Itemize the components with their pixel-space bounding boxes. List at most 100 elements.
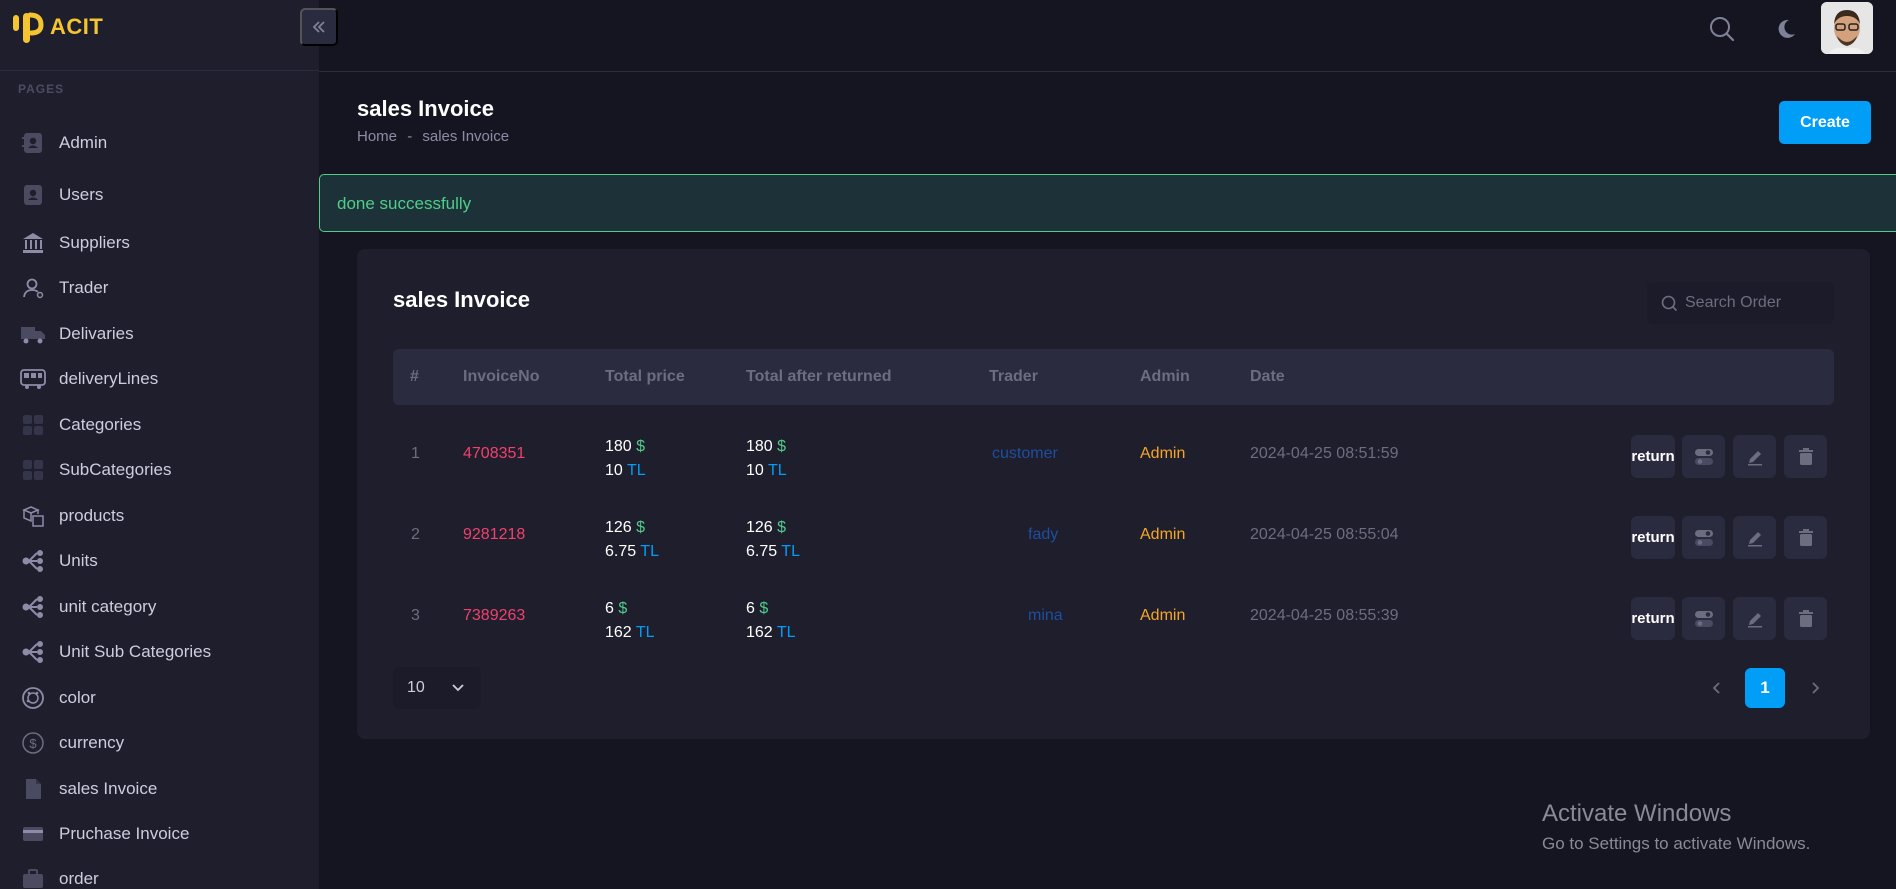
sidebar: ACIT PAGES Admin Users Suppliers Trader [0,0,319,889]
trash-icon [1798,447,1813,465]
contact-book-icon [20,130,46,156]
delete-button[interactable] [1784,435,1827,478]
truck-icon [20,321,46,347]
table-header: # InvoiceNo Total price Total after retu… [393,349,1834,405]
page-size-select[interactable]: 10 [393,667,481,709]
pencil-icon [1747,450,1762,465]
price-tl: 10 [605,462,623,479]
grid-icon [20,412,46,438]
trash-icon [1798,528,1813,546]
page-title: sales Invoice [357,96,494,121]
sidebar-item-currency[interactable]: $ currency [20,728,310,758]
trader-link[interactable]: fady [1028,526,1058,544]
hierarchy-icon [20,639,46,665]
moon-icon[interactable] [1771,14,1801,44]
trader-link[interactable]: customer [992,445,1058,463]
column-header-invoiceno[interactable]: InvoiceNo [463,368,539,386]
column-header-total-after-returned[interactable]: Total after returned [746,368,892,386]
sidebar-item-deliverylines[interactable]: deliveryLines [20,364,310,394]
sidebar-item-label: order [59,869,99,888]
sidebar-item-label: Pruchase Invoice [59,824,190,843]
acit-logo-icon [13,12,44,43]
currency-tl: TL [781,543,800,560]
sidebar-item-trader[interactable]: Trader [20,273,310,303]
sidebar-item-label: unit category [59,597,157,616]
sidebar-item-pruchase-invoice[interactable]: Pruchase Invoice [20,819,310,849]
table-row: 3 7389263 6 $ 162 TL 6 $ 162 TL mina Adm… [393,585,1834,645]
column-header-number[interactable]: # [410,368,419,386]
delete-button[interactable] [1784,597,1827,640]
currency-tl: TL [626,462,646,479]
edit-button[interactable] [1733,597,1776,640]
toggle-status-button[interactable] [1682,516,1725,559]
price-usd: 126 [605,519,632,536]
logo-text: ACIT [50,14,104,39]
trader-link[interactable]: mina [1028,607,1063,625]
breadcrumb-home[interactable]: Home [357,128,397,145]
palette-icon [20,685,46,711]
toggle-status-button[interactable] [1682,597,1725,640]
return-button[interactable]: return [1631,516,1675,559]
sidebar-item-admin[interactable]: Admin [20,128,310,158]
double-chevron-left-icon [312,21,325,33]
sidebar-item-users[interactable]: Users [20,180,310,210]
windows-activation-watermark: Activate Windows Go to Settings to activ… [1542,800,1810,854]
bank-icon [20,230,46,256]
pagination-page-1[interactable]: 1 [1745,668,1785,708]
sidebar-collapse-button[interactable] [300,8,338,46]
sidebar-item-sales-invoice[interactable]: sales Invoice [20,774,310,804]
sidebar-item-color[interactable]: color [20,683,310,713]
column-header-trader[interactable]: Trader [989,368,1038,386]
sidebar-item-products[interactable]: products [20,501,310,531]
sidebar-logo-bar: ACIT [0,0,319,71]
hierarchy-icon [20,594,46,620]
pencil-icon [1747,531,1762,546]
sidebar-item-units[interactable]: Units [20,546,310,576]
toggle-status-button[interactable] [1682,435,1725,478]
currency-tl: TL [776,624,796,641]
sidebar-item-label: products [59,506,125,525]
search-icon[interactable] [1707,14,1737,44]
sidebar-item-order[interactable]: order [20,864,310,889]
sidebar-item-unit-category[interactable]: unit category [20,592,310,622]
column-header-date[interactable]: Date [1250,368,1285,386]
total-price: 126 $ 6.75 TL [605,516,659,564]
sidebar-item-categories[interactable]: Categories [20,410,310,440]
create-button[interactable]: Create [1779,101,1871,144]
sidebar-item-label: Users [59,185,104,204]
edit-button[interactable] [1733,516,1776,559]
currency-usd: $ [777,438,787,455]
price-tl: 162 [605,624,632,641]
dollar-circle-icon: $ [20,730,46,756]
invoice-number[interactable]: 9281218 [463,526,525,544]
search-box [1647,282,1834,324]
table-row: 1 4708351 180 $ 10 TL 180 $ 10 TL custom… [393,423,1834,483]
avatar[interactable] [1821,2,1873,54]
sidebar-item-label: currency [59,733,125,752]
invoice-number[interactable]: 7389263 [463,607,525,625]
breadcrumb: Home - sales Invoice [357,128,515,145]
chevron-left-icon[interactable] [1707,678,1727,698]
sidebar-item-suppliers[interactable]: Suppliers [20,228,310,258]
price-usd: 180 [605,438,632,455]
sidebar-item-delivaries[interactable]: Delivaries [20,319,310,349]
toggle-icon [1694,610,1713,627]
column-header-total-price[interactable]: Total price [605,368,685,386]
user-icon [20,275,46,301]
chevron-right-icon[interactable] [1805,678,1825,698]
chevron-down-icon [452,684,464,692]
search-input[interactable] [1685,282,1830,324]
return-button[interactable]: return [1631,435,1675,478]
edit-button[interactable] [1733,435,1776,478]
breadcrumb-separator: - [407,128,413,145]
sidebar-item-unit-sub-categories[interactable]: Unit Sub Categories [20,637,310,667]
invoice-number[interactable]: 4708351 [463,445,525,463]
total-price: 180 $ 10 TL [605,435,646,483]
total-price: 6 $ 162 TL [605,597,655,645]
column-header-admin[interactable]: Admin [1140,368,1190,386]
currency-usd: $ [777,519,787,536]
return-button[interactable]: return [1631,597,1675,640]
sidebar-item-subcategories[interactable]: SubCategories [20,455,310,485]
alert-message: done successfully [337,194,472,213]
delete-button[interactable] [1784,516,1827,559]
